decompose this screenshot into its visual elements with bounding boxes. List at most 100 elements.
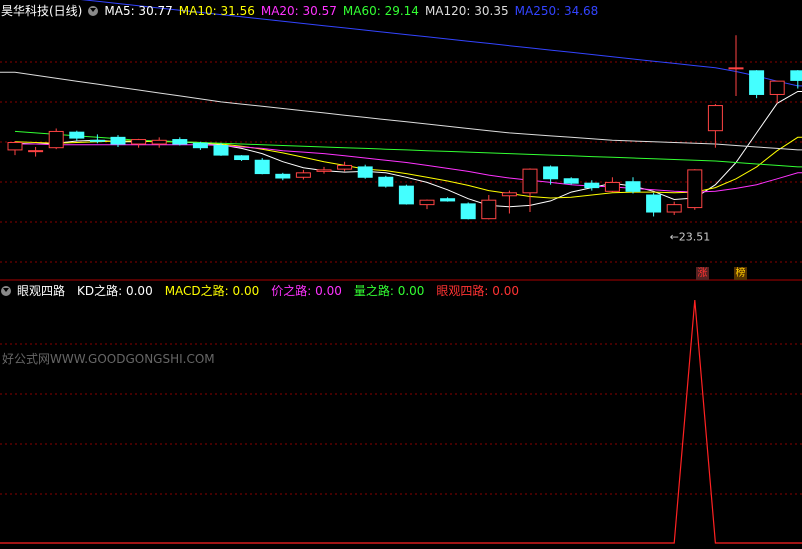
candle <box>563 177 579 185</box>
candle <box>254 158 270 175</box>
candle <box>151 137 167 148</box>
indicator-name: 眼观四路 <box>17 284 66 298</box>
candle-body <box>89 139 105 142</box>
candle-body <box>460 203 476 220</box>
candle-body <box>625 181 641 192</box>
ma-line-ma60 <box>14 130 802 168</box>
indicator-menu-icon[interactable] <box>88 6 99 16</box>
candle-body <box>707 105 723 132</box>
candle <box>69 130 85 142</box>
candle <box>378 175 394 188</box>
ma-legend-item: MA120: 30.35 <box>424 4 509 18</box>
candle-body <box>646 194 662 213</box>
price-chart: ←23.51 <box>0 0 802 544</box>
candle-body <box>666 204 682 213</box>
candle-body <box>604 181 620 192</box>
candle <box>625 177 641 194</box>
low-price-label: ←23.51 <box>670 230 711 243</box>
candle-body <box>522 168 538 194</box>
candle <box>707 104 723 148</box>
candle-body <box>172 139 188 145</box>
signal-legend-item: 量之路: 0.00 <box>353 284 425 298</box>
candle-body <box>419 199 435 206</box>
ma-legend: MA5: 30.77 MA10: 31.56 MA20: 30.57 MA60: 29… <box>104 4 604 18</box>
signal-series-line <box>0 299 802 544</box>
watermark: 好公式网WWW.GOODGONGSHI.COM <box>2 352 215 366</box>
low-price-marker: ←23.51 <box>670 230 711 243</box>
signal-line <box>0 299 802 544</box>
candle-body <box>316 169 332 172</box>
candle-body <box>501 192 517 197</box>
candle-body <box>769 80 785 95</box>
ma-line-ma20 <box>15 143 802 193</box>
candle <box>440 197 456 202</box>
candle <box>234 155 250 162</box>
candle <box>419 199 435 210</box>
candle-body <box>69 131 85 139</box>
candle-body <box>254 159 270 175</box>
signal-legend: KD之路: 0.00 MACD之路: 0.00 价之路: 0.00 量之路: 0.00… <box>71 284 525 298</box>
candle <box>501 190 517 214</box>
candle <box>316 166 332 174</box>
candle <box>357 164 373 179</box>
ma-legend-item: MA60: 29.14 <box>342 4 419 18</box>
candle <box>28 146 44 157</box>
candle-body <box>192 142 208 149</box>
candle <box>398 184 414 205</box>
candle-body <box>398 185 414 205</box>
candle <box>337 161 353 172</box>
signal-legend-item: 价之路: 0.00 <box>271 284 342 298</box>
candle-body <box>357 166 373 178</box>
candle <box>460 202 476 220</box>
signal-legend-item: 眼观四路: 0.00 <box>436 284 519 298</box>
candle-body <box>378 176 394 187</box>
candle-body <box>481 199 497 220</box>
signal-legend-item: MACD之路: 0.00 <box>164 284 260 298</box>
top-header: 昊华科技(日线) MA5: 30.77 MA10: 31.56 MA20: 30.57… <box>1 2 604 20</box>
grid-lines <box>0 61 802 495</box>
candle <box>192 141 208 150</box>
ma-legend-item: MA10: 31.56 <box>178 4 255 18</box>
candle-body <box>440 198 456 202</box>
rise-tag: 涨 <box>696 267 709 280</box>
candle <box>295 169 311 180</box>
candle-body <box>295 172 311 178</box>
candle-body <box>213 144 229 156</box>
candle-body <box>48 130 64 149</box>
candle-body <box>749 70 765 95</box>
ma-legend-item: MA250: 34.68 <box>514 4 599 18</box>
candle <box>646 192 662 217</box>
signal-legend-item: KD之路: 0.00 <box>77 284 153 298</box>
candle-body <box>110 136 126 145</box>
candle-body <box>7 142 23 151</box>
bottom-header: 眼观四路 KD之路: 0.00 MACD之路: 0.00 价之路: 0.00 量之路: … <box>1 282 525 300</box>
candle-body <box>563 178 579 184</box>
rank-tag-label: 榜 <box>735 268 746 279</box>
candle-body <box>337 164 353 170</box>
rank-tag: 榜 <box>734 267 747 280</box>
candle-body <box>28 150 44 153</box>
candle <box>48 128 64 150</box>
stock-title: 昊华科技(日线) <box>1 4 83 18</box>
candle-body <box>131 139 147 145</box>
candle <box>213 143 229 156</box>
ma-legend-item: MA5: 30.77 <box>104 4 173 18</box>
candle <box>666 201 682 215</box>
candle-body <box>543 166 559 180</box>
candle <box>481 195 497 220</box>
candle <box>687 169 703 210</box>
candle-body <box>687 169 703 209</box>
candle-body <box>790 70 802 81</box>
candle <box>275 172 291 181</box>
candle <box>728 35 744 96</box>
candle-body <box>234 155 250 161</box>
indicator-menu-icon[interactable] <box>1 286 11 296</box>
candle <box>131 138 147 148</box>
candle-body <box>584 182 600 189</box>
candle-body <box>728 67 744 70</box>
candle <box>172 137 188 146</box>
candle-body <box>275 173 291 179</box>
candle <box>749 70 765 99</box>
candle <box>7 141 23 156</box>
candle-body <box>151 139 167 145</box>
